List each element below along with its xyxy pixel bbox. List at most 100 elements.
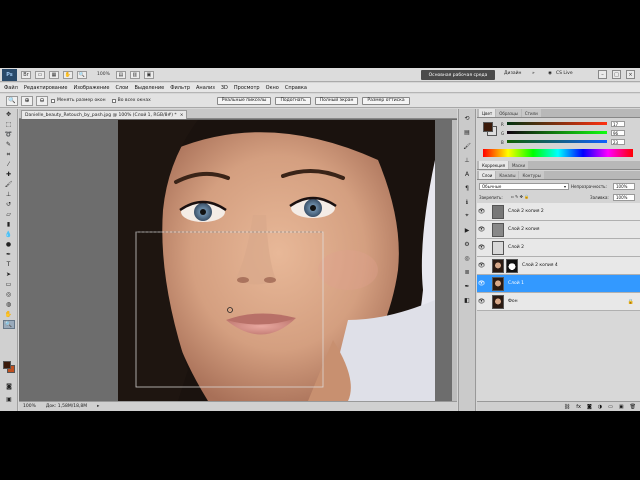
dodge-tool-icon[interactable]: ● [3,240,15,249]
hand-icon[interactable]: ✋ [63,70,73,79]
history-brush-tool-icon[interactable]: ↺ [3,200,15,209]
layer-row[interactable]: 👁 Слой 2 копия 4 [477,257,640,275]
menu-file[interactable]: Файл [4,85,18,91]
menu-window[interactable]: Окно [266,85,279,91]
lock-icons[interactable]: ▫ ✎ ✥ 🔒 [511,194,529,199]
3d-rotate-tool-icon[interactable]: ◎ [3,290,15,299]
layer-row[interactable]: 👁 Фон 🔒 [477,293,640,311]
workspace-more-button[interactable]: » [532,71,535,76]
zoom-out-icon[interactable]: ⊖ [36,95,48,106]
bridge-icon[interactable]: Br [21,70,31,79]
layer-row[interactable]: 👁 Слой 2 копия 2 [477,203,640,221]
opacity-field[interactable]: 100% [613,183,635,190]
menu-analysis[interactable]: Анализ [196,85,215,91]
eraser-tool-icon[interactable]: ▱ [3,210,15,219]
eye-icon[interactable]: 👁 [477,262,486,269]
blend-mode-select[interactable]: Обычные ▾ [479,183,569,190]
delete-layer-icon[interactable]: 🗑 [630,404,636,410]
healing-brush-tool-icon[interactable]: ✚ [3,170,15,179]
zoom-all-windows-checkbox[interactable]: Во всех окнах [111,98,151,103]
zoom-in-icon[interactable]: ⊕ [21,95,33,106]
brush-tool-icon[interactable]: 🖌 [3,180,15,189]
tool-presets-panel-icon[interactable]: ⚙ [462,239,473,249]
link-layers-icon[interactable]: ⛓ [564,404,570,410]
screen-mode-tool-icon[interactable]: ▣ [3,395,15,404]
tab-styles[interactable]: Стили [521,109,541,117]
layer-row[interactable]: 👁 Слой 2 копия [477,221,640,239]
document-vertical-scrollbar[interactable] [452,120,457,401]
document-tab-close-icon[interactable]: × [180,113,184,118]
marquee-tool-icon[interactable]: ⬚ [3,120,15,129]
layer-row[interactable]: 👁 Слой 2 [477,239,640,257]
new-layer-icon[interactable]: ▣ [619,404,624,410]
properties-panel-icon[interactable]: ▤ [462,127,473,137]
color-panel-fg-swatch[interactable] [483,122,493,132]
crop-tool-icon[interactable]: ⌗ [3,150,15,159]
r-value[interactable]: 17 [611,121,625,127]
fit-screen-button[interactable]: Подогнать [275,96,311,105]
color-ramp[interactable] [483,149,633,157]
menu-view[interactable]: Просмотр [234,85,260,91]
new-group-icon[interactable]: ▭ [608,404,613,410]
menu-image[interactable]: Изображение [73,85,109,91]
menu-select[interactable]: Выделение [134,85,164,91]
shape-tool-icon[interactable]: ▭ [3,280,15,289]
adjustment-layer-icon[interactable]: ◑ [598,404,602,410]
tab-color[interactable]: Цвет [479,109,496,117]
path-select-tool-icon[interactable]: ➤ [3,270,15,279]
tab-swatches[interactable]: Образцы [496,109,521,117]
fill-field[interactable]: 100% [613,194,635,201]
character-panel-icon[interactable]: A [462,169,473,179]
arrange-documents-icon[interactable]: ▥ [129,70,140,79]
b-value[interactable]: 23 [611,139,625,145]
g-slider[interactable]: 96 [507,130,633,136]
print-size-button[interactable]: Размер оттиска [362,96,410,105]
eyedropper-tool-icon[interactable]: ⁄ [3,160,15,169]
fill-screen-button[interactable]: Полный экран [314,96,359,105]
close-icon[interactable]: × [626,70,635,79]
workspace-button-design[interactable]: Дизайн [504,71,521,76]
tab-paths[interactable]: Контуры [519,171,544,179]
actual-pixels-button[interactable]: Реальные пикселы [216,96,272,105]
r-slider[interactable]: 17 [507,121,633,127]
move-tool-icon[interactable]: ✥ [3,110,15,119]
navigator-panel-icon[interactable]: ⌖ [462,211,473,221]
zoom-tool-icon[interactable]: 🔍 [2,320,15,329]
b-slider[interactable]: 23 [507,139,633,145]
type-tool-icon[interactable]: T [3,260,15,269]
blur-tool-icon[interactable]: 💧 [3,230,15,239]
image-canvas[interactable] [118,120,435,401]
g-value[interactable]: 96 [611,130,625,136]
3d-orbit-tool-icon[interactable]: ◍ [3,300,15,309]
menu-filter[interactable]: Фильтр [170,85,190,91]
status-zoom-field[interactable]: 100% [23,404,36,409]
pen-tool-icon[interactable]: ✒ [3,250,15,259]
workspace-button-essentials[interactable]: Основная рабочая среда [421,70,495,80]
tab-masks[interactable]: Маски [508,161,529,169]
zoom-tool-preset-icon[interactable]: 🔍 [6,95,18,106]
canvas-area[interactable] [19,120,457,401]
foreground-color-swatch[interactable] [3,361,11,369]
hand-tool-icon[interactable]: ✋ [3,310,15,319]
quick-select-tool-icon[interactable]: ✎ [3,140,15,149]
eye-icon[interactable]: 👁 [477,244,486,251]
brush-panel-icon[interactable]: 🖌 [462,141,473,151]
info-panel-icon[interactable]: ℹ [462,197,473,207]
3d-panel-icon[interactable]: ◎ [462,253,473,263]
layer-row-selected[interactable]: 👁 Слой 1 [477,275,640,293]
grid-view-icon[interactable]: ▦ [49,70,59,79]
minibridge-icon[interactable]: ▭ [35,70,45,79]
zoom-icon[interactable]: 🔍 [77,70,87,79]
quick-mask-icon[interactable]: ◙ [3,382,15,391]
tab-layers[interactable]: Слои [479,171,496,179]
screen-mode-icon[interactable]: ▣ [143,70,154,79]
document-tab[interactable]: Danielle_beauty_Retouch_by_pash.jpg @ 10… [21,110,188,119]
lasso-tool-icon[interactable]: ➰ [3,130,15,139]
clone-source-panel-icon[interactable]: ⊥ [462,155,473,165]
layer-comps-panel-icon[interactable]: ≣ [462,267,473,277]
eye-icon[interactable]: 👁 [477,298,486,305]
minimize-icon[interactable]: – [598,70,607,79]
eye-icon[interactable]: 👁 [477,280,486,287]
channels-panel-icon[interactable]: ◧ [462,295,473,305]
cs-live-label[interactable]: CS Live [556,71,573,76]
